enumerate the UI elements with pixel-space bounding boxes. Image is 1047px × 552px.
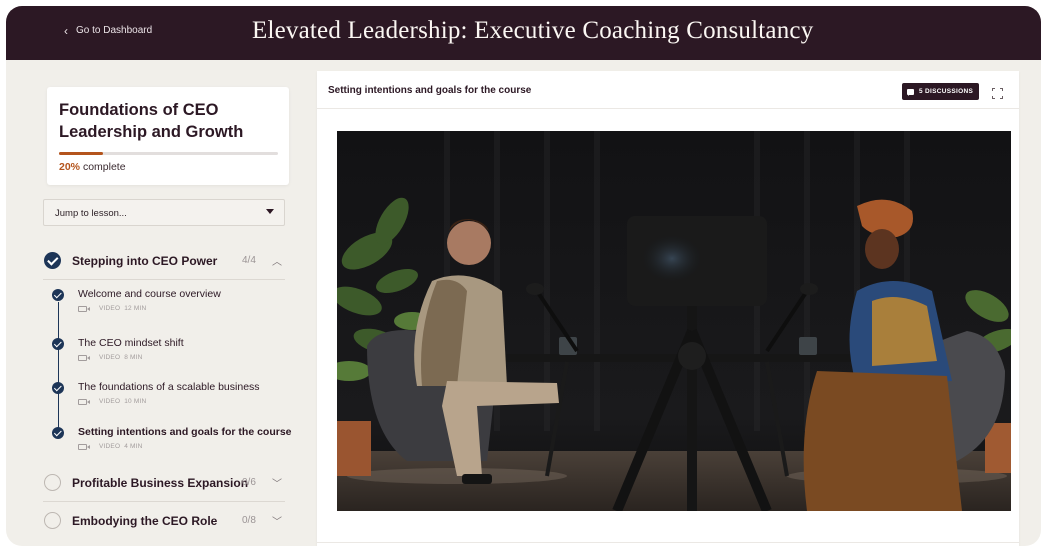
lesson-duration: 8 MIN (124, 354, 143, 361)
back-label: Go to Dashboard (76, 25, 153, 36)
progress-percent: 20% (59, 161, 81, 173)
lesson-title: Setting intentions and goals for the cou… (78, 426, 292, 438)
video-camera-icon (78, 398, 90, 405)
jump-to-lesson-select[interactable]: Jump to lesson... (43, 199, 285, 226)
divider (43, 279, 285, 280)
chevron-left-icon: ‹ (64, 23, 68, 38)
top-bar: ‹ Go to Dashboard Elevated Leadership: E… (6, 6, 1041, 60)
chevron-down-icon[interactable]: ﹀ (272, 513, 282, 528)
module-count: 4/4 (242, 255, 256, 266)
lesson-item-active[interactable]: Setting intentions and goals for the cou… (52, 426, 292, 463)
check-circle-icon (52, 289, 64, 301)
lesson-duration: 10 MIN (124, 398, 147, 405)
chevron-down-icon[interactable]: ﹀ (272, 475, 282, 490)
video-player[interactable] (337, 131, 1011, 511)
lesson-title: Welcome and course overview (78, 288, 221, 300)
lesson-meta: VIDEO 12 MIN (78, 305, 146, 312)
lesson-type: VIDEO (99, 305, 121, 312)
fullscreen-icon[interactable] (992, 88, 1003, 99)
progress-bar (59, 152, 278, 155)
lesson-type: VIDEO (99, 398, 121, 405)
module-count: 0/8 (242, 515, 256, 526)
course-title: Foundations of CEO Leadership and Growth (59, 101, 244, 141)
module-embodying-the-ceo-role[interactable]: Embodying the CEO Role 0/8 ﹀ (43, 506, 285, 536)
discussions-label: 5 DISCUSSIONS (919, 88, 974, 95)
progress-label: complete (82, 161, 126, 173)
module-count: 0/6 (242, 477, 256, 488)
check-circle-icon (52, 382, 64, 394)
progress-text: 20% complete (59, 161, 126, 173)
module-title: Stepping into CEO Power (72, 254, 218, 268)
jump-to-lesson-label: Jump to lesson... (55, 208, 127, 219)
lesson-type: VIDEO (99, 443, 121, 450)
video-camera-icon (78, 305, 90, 312)
empty-circle-icon (44, 474, 61, 491)
lesson-meta: VIDEO 4 MIN (78, 443, 143, 450)
lesson-meta: VIDEO 8 MIN (78, 354, 143, 361)
lesson-duration: 4 MIN (124, 443, 143, 450)
module-profitable-business-expansion[interactable]: Profitable Business Expansion 0/6 ﹀ (43, 468, 285, 498)
progress-bar-fill (59, 152, 103, 155)
lesson-duration: 12 MIN (124, 305, 147, 312)
check-circle-icon (44, 252, 61, 269)
lesson-meta: VIDEO 10 MIN (78, 398, 146, 405)
course-progress-card: Foundations of CEO Leadership and Growth… (47, 87, 289, 185)
lesson-header: Setting intentions and goals for the cou… (317, 71, 1019, 109)
module-title: Embodying the CEO Role (72, 514, 218, 528)
app-frame: ‹ Go to Dashboard Elevated Leadership: E… (6, 6, 1041, 546)
video-camera-icon (78, 443, 90, 450)
lesson-title: The CEO mindset shift (78, 337, 184, 349)
discussions-button[interactable]: 5 DISCUSSIONS (902, 83, 980, 100)
lesson-type: VIDEO (99, 354, 121, 361)
divider (43, 501, 285, 502)
module-title: Profitable Business Expansion (72, 476, 249, 490)
back-to-dashboard-link[interactable]: ‹ Go to Dashboard (64, 23, 153, 38)
check-circle-icon (52, 427, 64, 439)
caret-down-icon (266, 209, 274, 214)
lesson-item[interactable]: The foundations of a scalable business V… (52, 381, 292, 418)
chevron-up-icon[interactable]: ︿ (272, 253, 282, 268)
lesson-title: The foundations of a scalable business (78, 381, 260, 393)
video-frame-image (337, 131, 1011, 511)
lesson-view-title: Setting intentions and goals for the cou… (328, 85, 532, 96)
app-title: Elevated Leadership: Executive Coaching … (252, 17, 814, 44)
check-circle-icon (52, 338, 64, 350)
lesson-item[interactable]: The CEO mindset shift VIDEO 8 MIN (52, 337, 292, 374)
chat-bubble-icon (907, 88, 914, 96)
lesson-item[interactable]: Welcome and course overview VIDEO 12 MIN (52, 288, 292, 325)
empty-circle-icon (44, 512, 61, 529)
lesson-panel: Setting intentions and goals for the cou… (317, 71, 1019, 546)
video-camera-icon (78, 354, 90, 361)
module-stepping-into-ceo-power[interactable]: Stepping into CEO Power 4/4 ︿ (43, 246, 285, 276)
divider (317, 542, 1019, 543)
